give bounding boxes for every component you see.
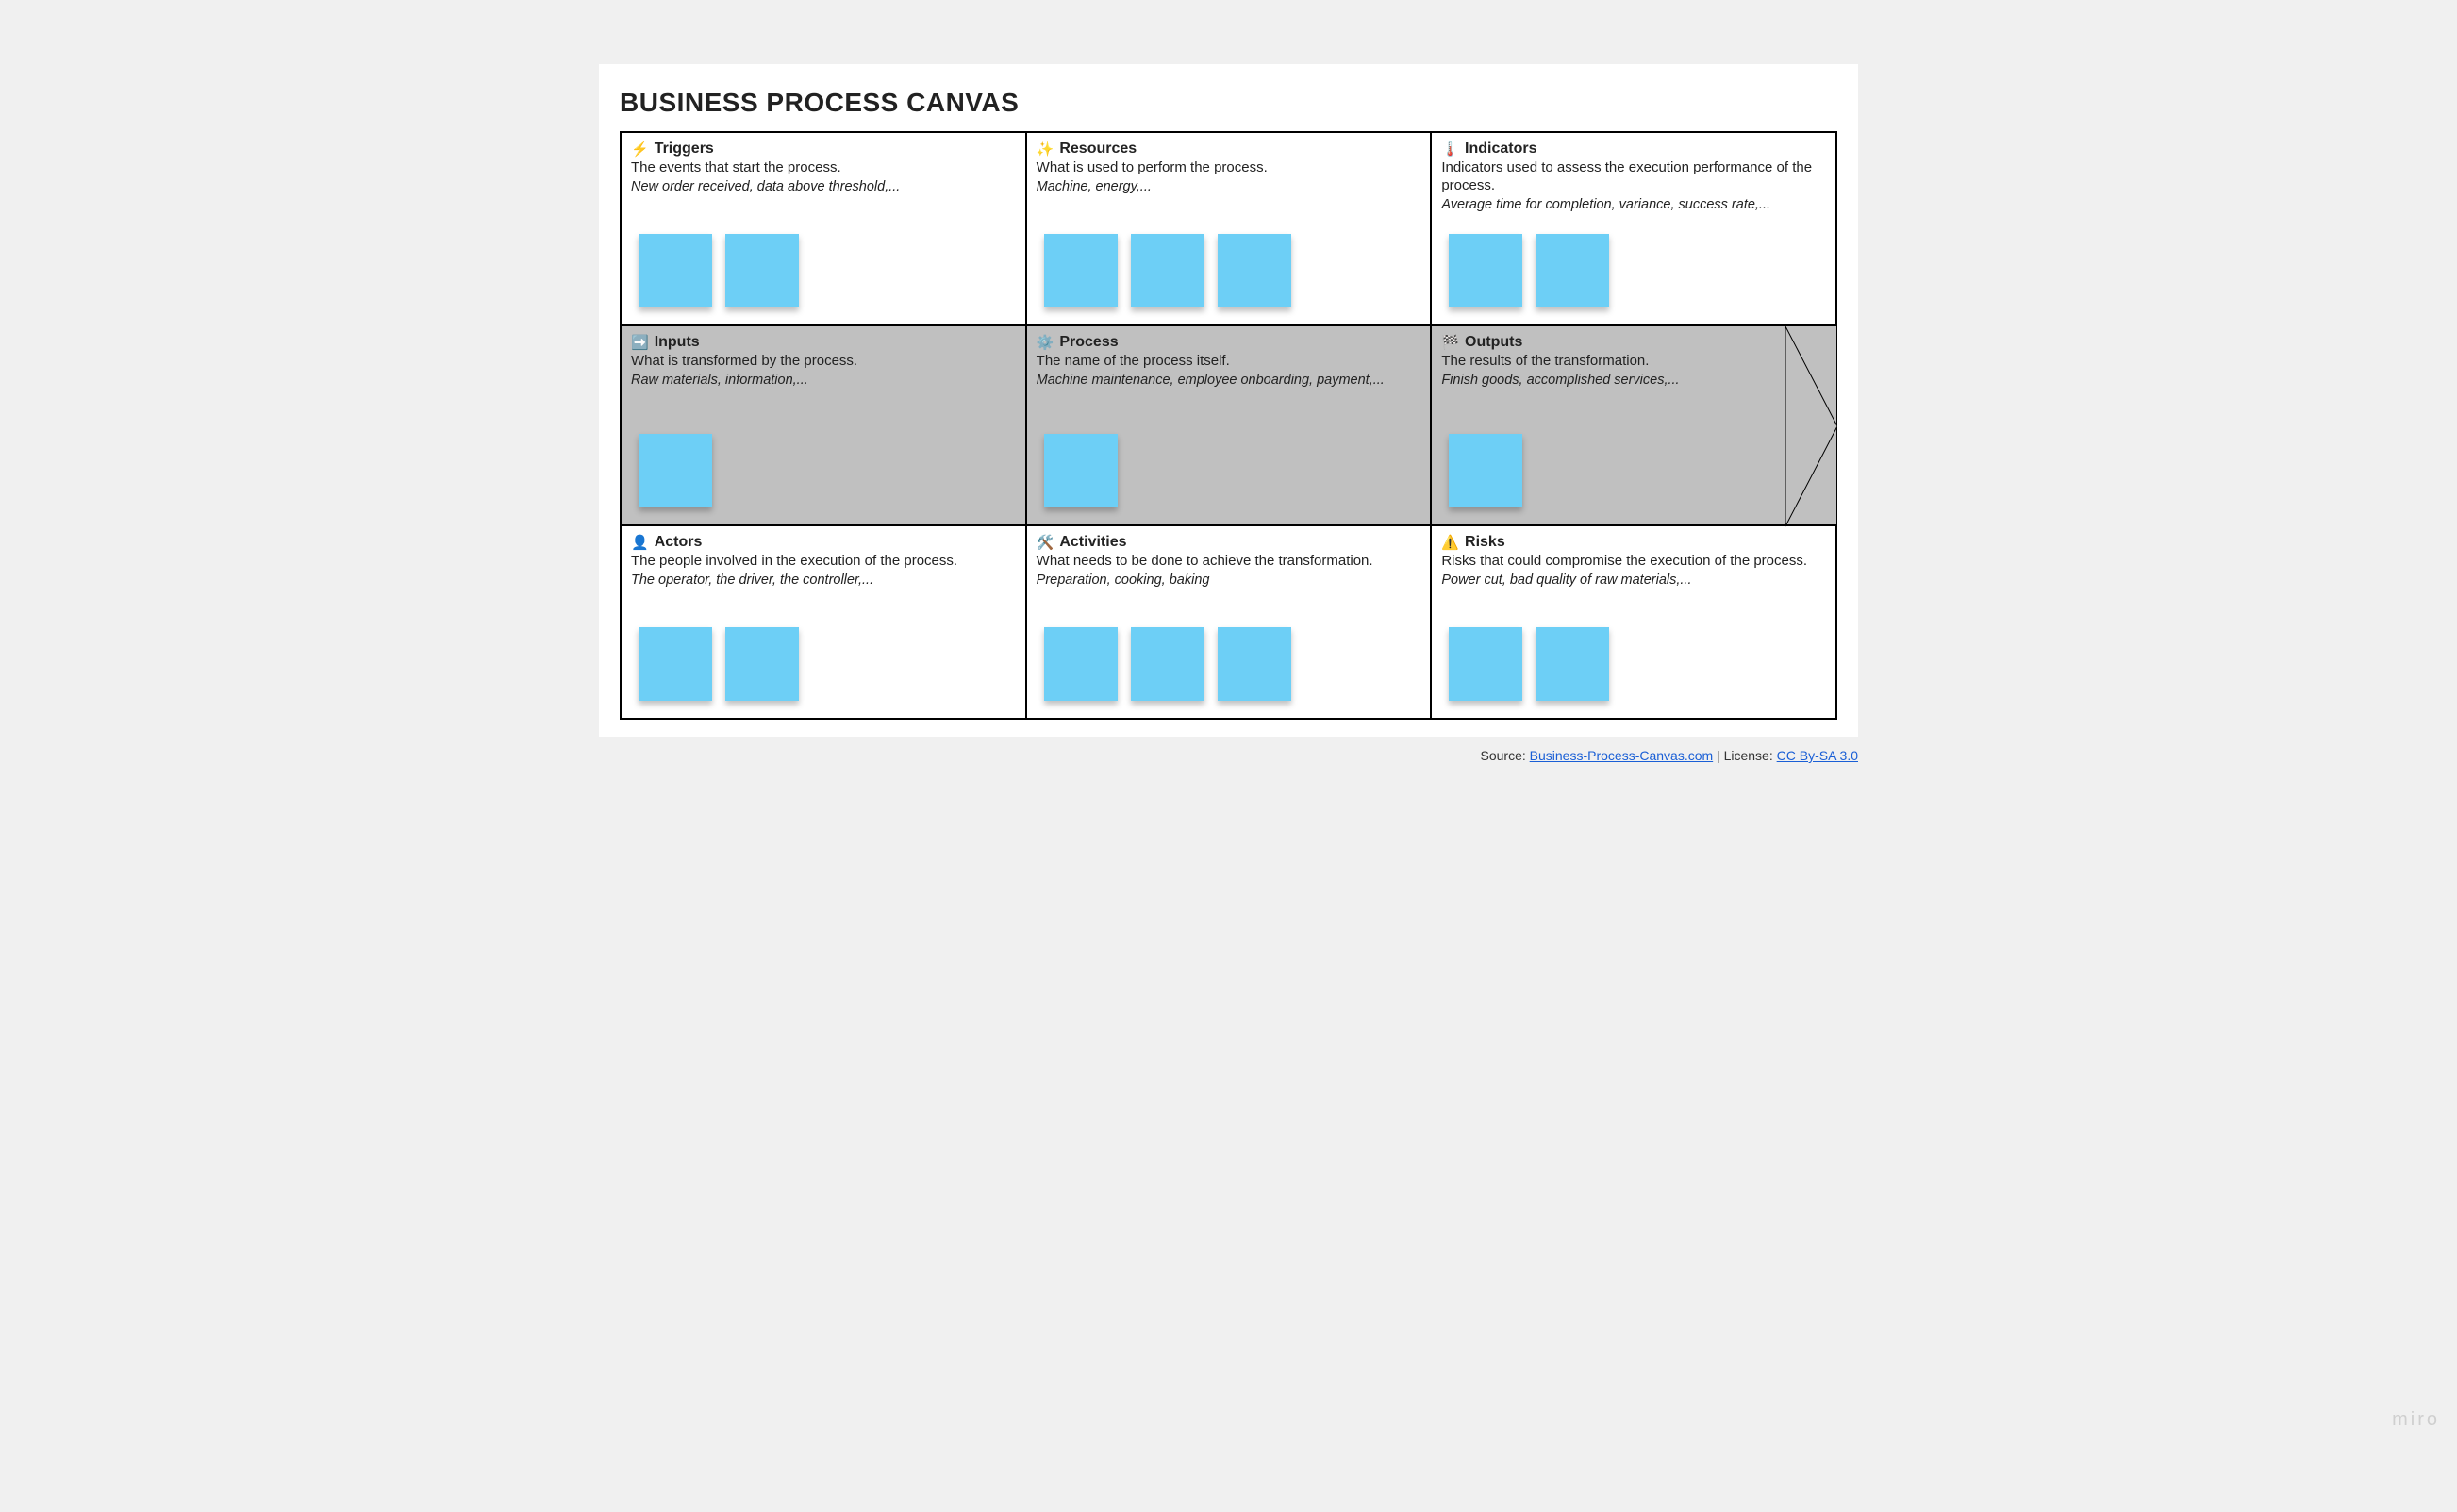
cell-example: The operator, the driver, the controller… — [631, 573, 1016, 588]
cell-example: Average time for completion, variance, s… — [1441, 197, 1826, 212]
cell-name: Triggers — [655, 141, 714, 158]
cell-desc: Indicators used to assess the execution … — [1441, 159, 1826, 195]
sticky-row — [1044, 234, 1291, 307]
person-icon: 👤 — [631, 536, 649, 550]
cell-example: Finish goods, accomplished services,... — [1441, 373, 1827, 388]
gear-icon: ⚙️ — [1037, 336, 1054, 350]
miro-logo: miro — [2392, 1409, 2440, 1431]
sticky-note[interactable] — [639, 627, 712, 701]
cell-desc: What is used to perform the process. — [1037, 159, 1421, 177]
canvas-grid: ⚡ Triggers The events that start the pro… — [620, 131, 1837, 720]
cell-desc: The name of the process itself. — [1037, 353, 1421, 371]
cell-example: Machine maintenance, employee onboarding… — [1037, 373, 1421, 388]
cell-risks[interactable]: ⚠️ Risks Risks that could compromise the… — [1431, 525, 1836, 719]
cell-example: Power cut, bad quality of raw materials,… — [1441, 573, 1826, 588]
flag-icon: 🏁 — [1441, 336, 1459, 350]
cell-example: New order received, data above threshold… — [631, 179, 1016, 194]
sticky-note[interactable] — [1218, 627, 1291, 701]
cell-name: Resources — [1059, 141, 1137, 158]
license-link[interactable]: CC By-SA 3.0 — [1777, 748, 1858, 763]
zap-icon: ⚡ — [631, 142, 649, 157]
separator: | License: — [1713, 748, 1776, 763]
sticky-note[interactable] — [1218, 234, 1291, 307]
sparkle-icon: ✨ — [1037, 142, 1054, 157]
cell-desc: The results of the transformation. — [1441, 353, 1827, 371]
cell-name: Risks — [1465, 534, 1505, 551]
source-label: Source: — [1481, 748, 1530, 763]
cell-example: Machine, energy,... — [1037, 179, 1421, 194]
sticky-row — [1044, 627, 1291, 701]
tools-icon: 🛠️ — [1037, 536, 1054, 550]
cell-name: Inputs — [655, 334, 700, 351]
sticky-note[interactable] — [1044, 627, 1118, 701]
sticky-note[interactable] — [1131, 627, 1204, 701]
thermometer-icon: 🌡️ — [1441, 142, 1459, 157]
sticky-note[interactable] — [725, 234, 799, 307]
sticky-row — [639, 627, 799, 701]
sticky-row — [639, 234, 799, 307]
sticky-row — [1449, 234, 1609, 307]
cell-outputs[interactable]: 🏁 Outputs The results of the transformat… — [1431, 325, 1836, 525]
cell-example: Preparation, cooking, baking — [1037, 573, 1421, 588]
cell-name: Indicators — [1465, 141, 1536, 158]
sticky-note[interactable] — [1044, 234, 1118, 307]
canvas-frame: BUSINESS PROCESS CANVAS ⚡ Triggers The e… — [599, 64, 1858, 737]
cell-resources[interactable]: ✨ Resources What is used to perform the … — [1026, 132, 1432, 325]
attribution-footer: Source: Business-Process-Canvas.com | Li… — [599, 748, 1858, 763]
sticky-note[interactable] — [1449, 234, 1522, 307]
cell-process[interactable]: ⚙️ Process The name of the process itsel… — [1026, 325, 1432, 525]
cell-name: Outputs — [1465, 334, 1522, 351]
sticky-note[interactable] — [1536, 627, 1609, 701]
sticky-note[interactable] — [725, 627, 799, 701]
sticky-row — [1449, 434, 1522, 507]
cell-desc: What is transformed by the process. — [631, 353, 1016, 371]
sticky-note[interactable] — [639, 234, 712, 307]
cell-name: Activities — [1059, 534, 1126, 551]
sticky-note[interactable] — [1449, 434, 1522, 507]
sticky-row — [639, 434, 712, 507]
sticky-note[interactable] — [639, 434, 712, 507]
cell-indicators[interactable]: 🌡️ Indicators Indicators used to assess … — [1431, 132, 1836, 325]
cell-desc: The events that start the process. — [631, 159, 1016, 177]
cell-desc: What needs to be done to achieve the tra… — [1037, 553, 1421, 571]
cell-name: Actors — [655, 534, 703, 551]
cell-name: Process — [1059, 334, 1118, 351]
canvas-title: BUSINESS PROCESS CANVAS — [620, 88, 1837, 118]
cell-actors[interactable]: 👤 Actors The people involved in the exec… — [621, 525, 1026, 719]
sticky-row — [1449, 627, 1609, 701]
cell-example: Raw materials, information,... — [631, 373, 1016, 388]
cell-desc: Risks that could compromise the executio… — [1441, 553, 1826, 571]
sticky-note[interactable] — [1536, 234, 1609, 307]
cell-activities[interactable]: 🛠️ Activities What needs to be done to a… — [1026, 525, 1432, 719]
sticky-note[interactable] — [1131, 234, 1204, 307]
source-link[interactable]: Business-Process-Canvas.com — [1530, 748, 1714, 763]
cell-triggers[interactable]: ⚡ Triggers The events that start the pro… — [621, 132, 1026, 325]
cell-desc: The people involved in the execution of … — [631, 553, 1016, 571]
sticky-row — [1044, 434, 1118, 507]
arrow-right-icon: ➡️ — [631, 336, 649, 350]
sticky-note[interactable] — [1044, 434, 1118, 507]
cell-inputs[interactable]: ➡️ Inputs What is transformed by the pro… — [621, 325, 1026, 525]
sticky-note[interactable] — [1449, 627, 1522, 701]
warning-icon: ⚠️ — [1441, 536, 1459, 550]
